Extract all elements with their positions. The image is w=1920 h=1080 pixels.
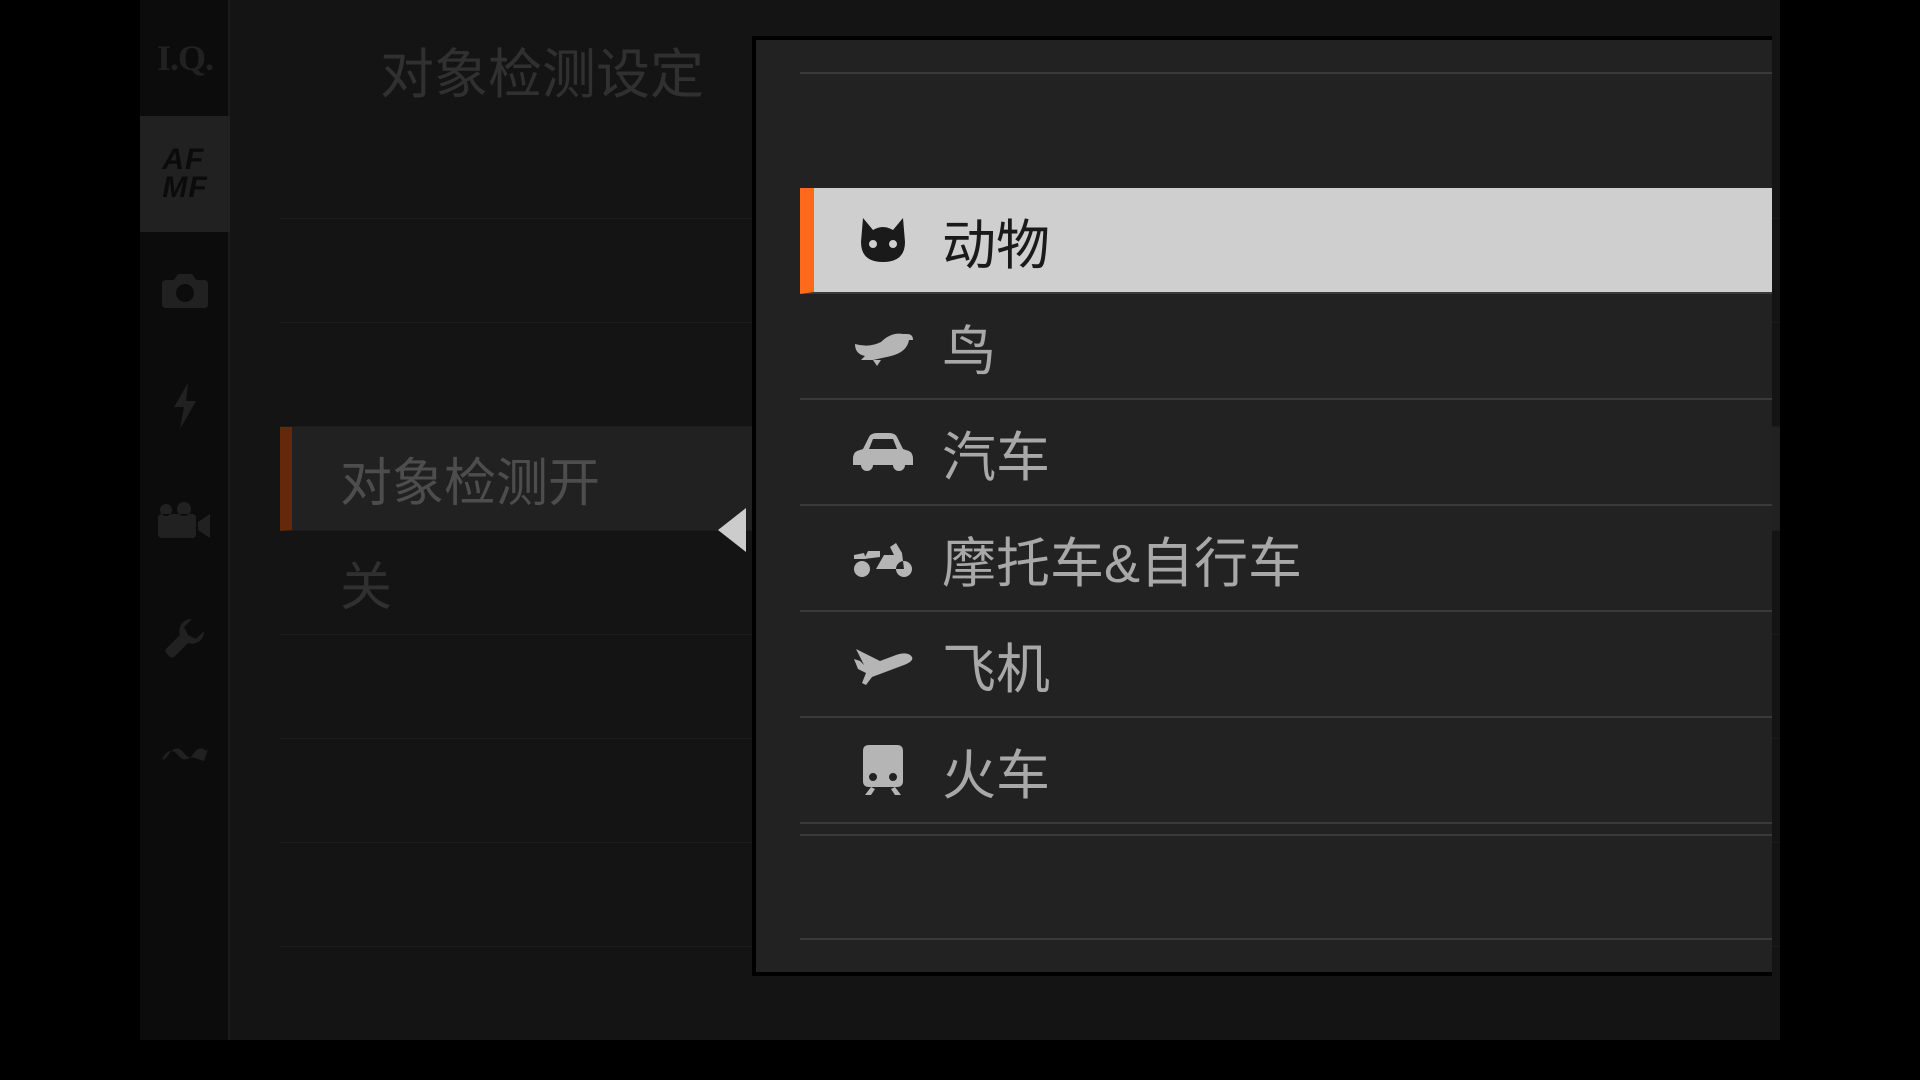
sidebar-tab-afmf[interactable]: AF MF	[140, 116, 230, 232]
option-bird[interactable]: 鸟	[800, 294, 1772, 400]
movie-icon	[158, 502, 212, 542]
sidebar-tab-iq[interactable]: I.Q.	[140, 0, 230, 116]
motorcycle-icon	[850, 525, 916, 591]
wrench-icon	[162, 615, 208, 661]
option-train[interactable]: 火车	[800, 718, 1772, 824]
option-label: 摩托车&自行车	[942, 519, 1302, 598]
popup-bottom-spacer	[800, 834, 1772, 940]
screen: I.Q. AF MF	[0, 0, 1920, 1080]
option-animal[interactable]: 动物	[800, 188, 1772, 294]
car-icon	[850, 419, 916, 485]
sidebar-tab-movie[interactable]	[140, 464, 230, 580]
bird-icon	[850, 313, 916, 379]
menu-row-label: 关	[340, 545, 392, 620]
airplane-icon	[850, 631, 916, 697]
option-label: 鸟	[942, 307, 996, 386]
subject-type-popup: 动物 鸟 汽车 摩托车&自行车	[752, 36, 1772, 976]
page-title: 对象检测设定	[380, 30, 704, 109]
flash-icon	[168, 381, 202, 431]
option-label: 火车	[942, 731, 1050, 810]
sidebar-tab-my[interactable]	[140, 696, 230, 812]
option-airplane[interactable]: 飞机	[800, 612, 1772, 718]
sidebar: I.Q. AF MF	[140, 0, 230, 1040]
cat-icon	[850, 207, 916, 273]
wave-icon	[160, 741, 210, 767]
option-label: 飞机	[942, 625, 1050, 704]
divider	[800, 72, 1772, 74]
sidebar-tab-flash[interactable]	[140, 348, 230, 464]
sidebar-tab-camera[interactable]	[140, 232, 230, 348]
popup-rows: 动物 鸟 汽车 摩托车&自行车	[800, 188, 1772, 824]
train-icon	[850, 737, 916, 803]
back-arrow-icon[interactable]	[718, 508, 746, 552]
camera-icon	[160, 270, 210, 310]
option-label: 汽车	[942, 413, 1050, 492]
afmf-icon: AF MF	[162, 146, 207, 203]
option-motorcycle[interactable]: 摩托车&自行车	[800, 506, 1772, 612]
option-label: 动物	[942, 201, 1050, 280]
iq-icon: I.Q.	[157, 37, 213, 79]
option-car[interactable]: 汽车	[800, 400, 1772, 506]
menu-row-label: 对象检测开	[340, 441, 600, 516]
sidebar-tab-setup[interactable]	[140, 580, 230, 696]
